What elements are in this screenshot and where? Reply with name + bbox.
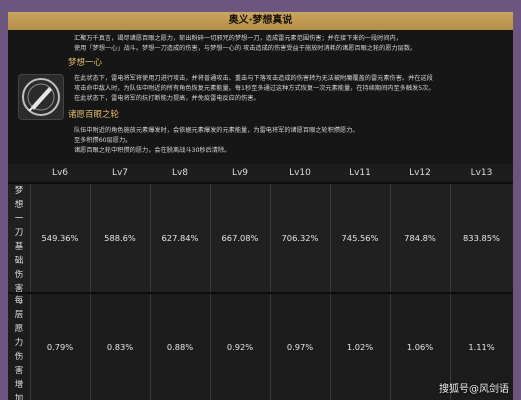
section1-line-3: 在此状态下，雷电将军的抗打断能力提高，并免疫雷电反应的伤害。 <box>74 95 260 102</box>
header-lv6: Lv6 <box>30 164 91 182</box>
skill-title: 奥义·梦想真说 <box>8 12 513 30</box>
section1-line-2: 攻击命中敌人时，为队伍中附近的所有角色恢复元素能量。每1秒至多通过这种方式恢复一… <box>74 85 435 92</box>
header-lv11: Lv11 <box>330 164 391 182</box>
table-cell: 745.56% <box>330 184 391 292</box>
section2-line-2: 至多积攒60层愿力。 <box>74 137 132 144</box>
table-cell: 1.02% <box>330 294 391 400</box>
section2-line-1: 队伍中附近的角色施放元素爆发时，会依据元素爆发的元素能量，为雷电将军的诸愿百眼之… <box>74 127 359 134</box>
table-cell: 0.97% <box>270 294 331 400</box>
table-row: 每 层 愿 力 伤 害 增 加 0.79% 0.83% 0.88% 0.92% … <box>8 294 513 400</box>
sword-emblem-icon <box>22 78 60 116</box>
table-cell: 706.32% <box>270 184 331 292</box>
table-cell: 667.08% <box>210 184 271 292</box>
watermark: 搜狐号@风剑语 <box>439 384 509 395</box>
header-lv7: Lv7 <box>90 164 151 182</box>
section-title-musou-isshin: 梦想一心 <box>68 58 103 68</box>
section-title-wheel: 诸愿百眼之轮 <box>68 110 120 120</box>
table-cell: 0.83% <box>90 294 151 400</box>
row-label-bonus-per-stack: 每 层 愿 力 伤 害 增 加 <box>8 294 31 400</box>
section2-line-3: 诸愿百眼之轮中积攒的愿力，会在脱离战斗30秒后清除。 <box>74 147 231 154</box>
table-corner-cell <box>8 164 31 182</box>
header-lv12: Lv12 <box>390 164 451 182</box>
header-lv8: Lv8 <box>150 164 211 182</box>
header-lv10: Lv10 <box>270 164 331 182</box>
table-cell: 0.92% <box>210 294 271 400</box>
row-label-base-damage: 梦 想 一 刀 基 础 伤 害 <box>8 184 31 294</box>
desc-line-1: 汇聚万千真言，竭尽诸愿百眼之愿力，斩出粉碎一切邪咒的梦想一刀，造成雷元素范围伤害… <box>74 35 402 42</box>
table-row: 梦 想 一 刀 基 础 伤 害 549.36% 588.6% 627.84% 6… <box>8 184 513 294</box>
table-cell: 588.6% <box>90 184 151 292</box>
table-cell: 549.36% <box>30 184 91 292</box>
header-lv13: Lv13 <box>450 164 513 182</box>
scaling-table: Lv6 Lv7 Lv8 Lv9 Lv10 Lv11 Lv12 Lv13 梦 想 … <box>8 164 513 400</box>
table-cell: 784.8% <box>390 184 451 292</box>
header-lv9: Lv9 <box>210 164 271 182</box>
skill-icon-box <box>18 74 64 120</box>
table-cell: 0.88% <box>150 294 211 400</box>
section1-line-1: 在此状态下，雷电将军将使用刀进行攻击，并将普通攻击、重击与下落攻击造成的伤害转为… <box>74 75 433 82</box>
table-cell: 627.84% <box>150 184 211 292</box>
skill-panel: 奥义·梦想真说 汇聚万千真言，竭尽诸愿百眼之愿力，斩出粉碎一切邪咒的梦想一刀，造… <box>8 12 513 400</box>
table-cell: 0.79% <box>30 294 91 400</box>
table-cell: 833.85% <box>463 233 500 243</box>
desc-line-2: 使用「梦想一心」战斗。梦想一刀造成的伤害，与梦想一心的 攻击造成的伤害受益于施放… <box>74 45 417 52</box>
